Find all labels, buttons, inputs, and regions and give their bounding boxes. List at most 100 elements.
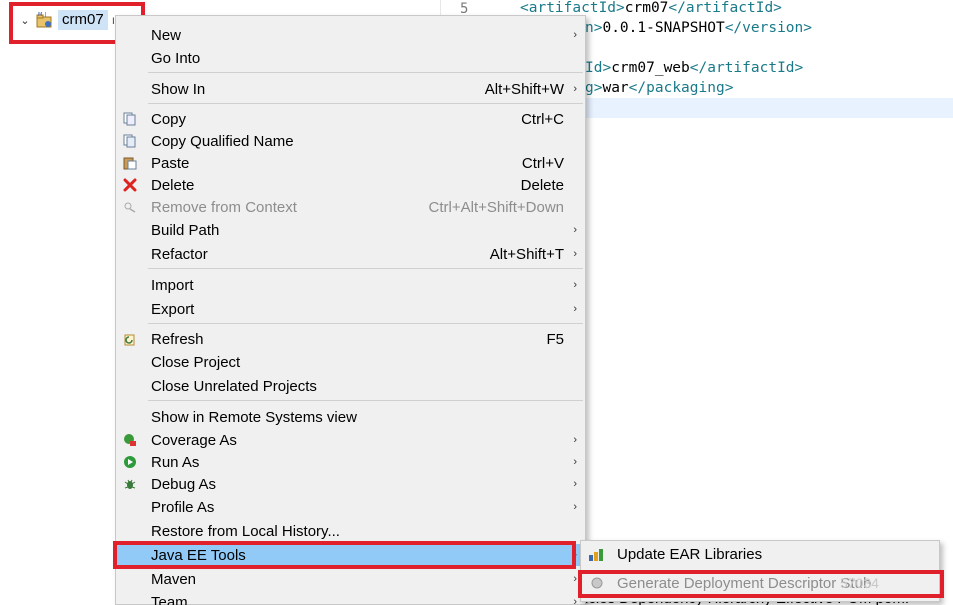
menu-item-label: Maven [151,570,197,588]
menu-item-shortcut: Alt+Shift+T [489,245,564,263]
xml-open-tag: <artifactId> [520,0,625,16]
menu-item-label: Delete [151,176,195,194]
remove-context-icon [122,199,138,215]
menu-item-build-path[interactable]: Build Path › [116,219,585,241]
submenu-arrow-icon: › [573,573,577,585]
submenu-item-update-ear-libraries[interactable]: Update EAR Libraries [581,542,939,566]
menu-item-maven[interactable]: Maven › [116,568,585,590]
menu-item-import[interactable]: Import › [116,274,585,296]
ear-libraries-icon [588,546,606,562]
context-menu: New › Go Into Show In Alt+Shift+W › Copy… [115,15,586,605]
menu-item-label: Close Unrelated Projects [151,377,317,395]
paste-icon [122,155,138,171]
menu-item-copy-qualified-name[interactable]: Copy Qualified Name [116,130,585,152]
submenu-arrow-icon: › [573,279,577,291]
copy-qualified-icon [122,133,138,149]
menu-item-label: Coverage As [151,431,237,449]
submenu-arrow-icon: › [573,224,577,236]
menu-item-shortcut: Alt+Shift+W [484,80,564,98]
submenu-arrow-icon: › [573,456,577,468]
menu-item-restore-local-history[interactable]: Restore from Local History... [116,520,585,542]
menu-separator [148,323,583,324]
coverage-icon [122,432,138,448]
menu-item-shortcut: F5 [546,330,564,348]
refresh-icon [122,331,138,347]
menu-separator [148,268,583,269]
menu-item-label: Show in Remote Systems view [151,408,357,426]
xml-close-tag: </version> [724,20,812,36]
xml-close-tag: </artifactId> [668,0,782,16]
submenu-arrow-icon: › [573,83,577,95]
menu-item-label: Import [151,276,194,294]
menu-item-copy[interactable]: Copy Ctrl+C [116,108,585,130]
menu-item-show-in[interactable]: Show In Alt+Shift+W › [116,78,585,100]
menu-item-label: Refactor [151,245,208,263]
xml-text: 0.0.1-SNAPSHOT [602,20,725,36]
menu-item-label: Run As [151,453,200,471]
xml-text: war [602,80,629,96]
submenu-arrow-icon: › [573,478,577,490]
menu-item-debug-as[interactable]: Debug As › [116,473,585,495]
xml-close-tag: </artifactId> [689,60,804,76]
copy-icon [122,111,138,127]
menu-separator [148,72,583,73]
menu-item-shortcut: Ctrl+V [521,154,564,172]
menu-item-team[interactable]: Team › [116,591,585,605]
menu-item-export[interactable]: Export › [116,298,585,320]
menu-item-coverage-as[interactable]: Coverage As › [116,429,585,451]
menu-item-profile-as[interactable]: Profile As › [116,496,585,518]
submenu-arrow-icon: › [573,248,577,260]
code-line-version[interactable]: n>0.0.1-SNAPSHOT</version> [585,20,812,36]
delete-icon [122,177,138,193]
menu-item-refresh[interactable]: Refresh F5 [116,328,585,350]
xml-close-tag: </packaging> [628,80,734,96]
menu-item-shortcut: Ctrl+C [521,110,564,128]
menu-item-close-unrelated-projects[interactable]: Close Unrelated Projects [116,375,585,397]
submenu-item-label: Update EAR Libraries [617,545,763,563]
menu-separator [148,400,583,401]
code-line-artifact[interactable]: <artifactId>crm07</artifactId> [520,0,782,16]
menu-item-shortcut: Delete [520,176,564,194]
submenu-arrow-icon: › [573,596,577,605]
menu-separator [148,103,583,104]
submenu-arrow-icon: › [573,434,577,446]
xml-text: crm07_web [611,60,690,76]
submenu-arrow-icon: › [573,29,577,41]
menu-item-label: Show In [151,80,206,98]
submenu-arrow-icon: › [573,501,577,513]
menu-item-label: Export [151,300,195,318]
menu-item-label: Debug As [151,475,217,493]
menu-item-label: Build Path [151,221,220,239]
menu-item-show-remote-systems[interactable]: Show in Remote Systems view [116,406,585,428]
code-line-artifact-web[interactable]: Id>crm07_web</artifactId> [585,60,803,76]
submenu-arrow-icon: › [573,303,577,315]
debug-bug-icon [122,476,138,492]
menu-item-go-into[interactable]: Go Into [116,47,585,69]
menu-item-label: Team [151,593,188,605]
menu-item-label: Profile As [151,498,215,516]
menu-item-close-project[interactable]: Close Project [116,351,585,373]
menu-item-run-as[interactable]: Run As › [116,451,585,473]
menu-item-label: Close Project [151,353,241,371]
menu-item-refactor[interactable]: Refactor Alt+Shift+T › [116,243,585,265]
xml-open-tag: g> [585,80,603,96]
menu-item-label: Copy [151,110,187,128]
menu-item-label: Restore from Local History... [151,522,340,540]
menu-item-delete[interactable]: Delete Delete [116,174,585,196]
xml-text: crm07 [624,0,669,16]
annotation-box-generate-stub [578,570,944,598]
menu-item-paste[interactable]: Paste Ctrl+V [116,152,585,174]
annotation-box-java-ee-tools [113,541,576,569]
xml-open-tag: n> [585,20,603,36]
menu-item-remove-from-context: Remove from Context Ctrl+Alt+Shift+Down [116,196,585,218]
menu-item-label: Remove from Context [151,198,297,216]
menu-item-new[interactable]: New › [116,24,585,46]
code-line-packaging[interactable]: g>war</packaging> [585,80,733,96]
menu-item-label: Paste [151,154,190,172]
menu-item-label: Go Into [151,49,201,67]
xml-open-tag: Id> [585,60,612,76]
run-icon [122,454,138,470]
menu-item-label: New [151,26,182,44]
menu-item-label: Refresh [151,330,204,348]
menu-item-shortcut: Ctrl+Alt+Shift+Down [428,198,564,216]
